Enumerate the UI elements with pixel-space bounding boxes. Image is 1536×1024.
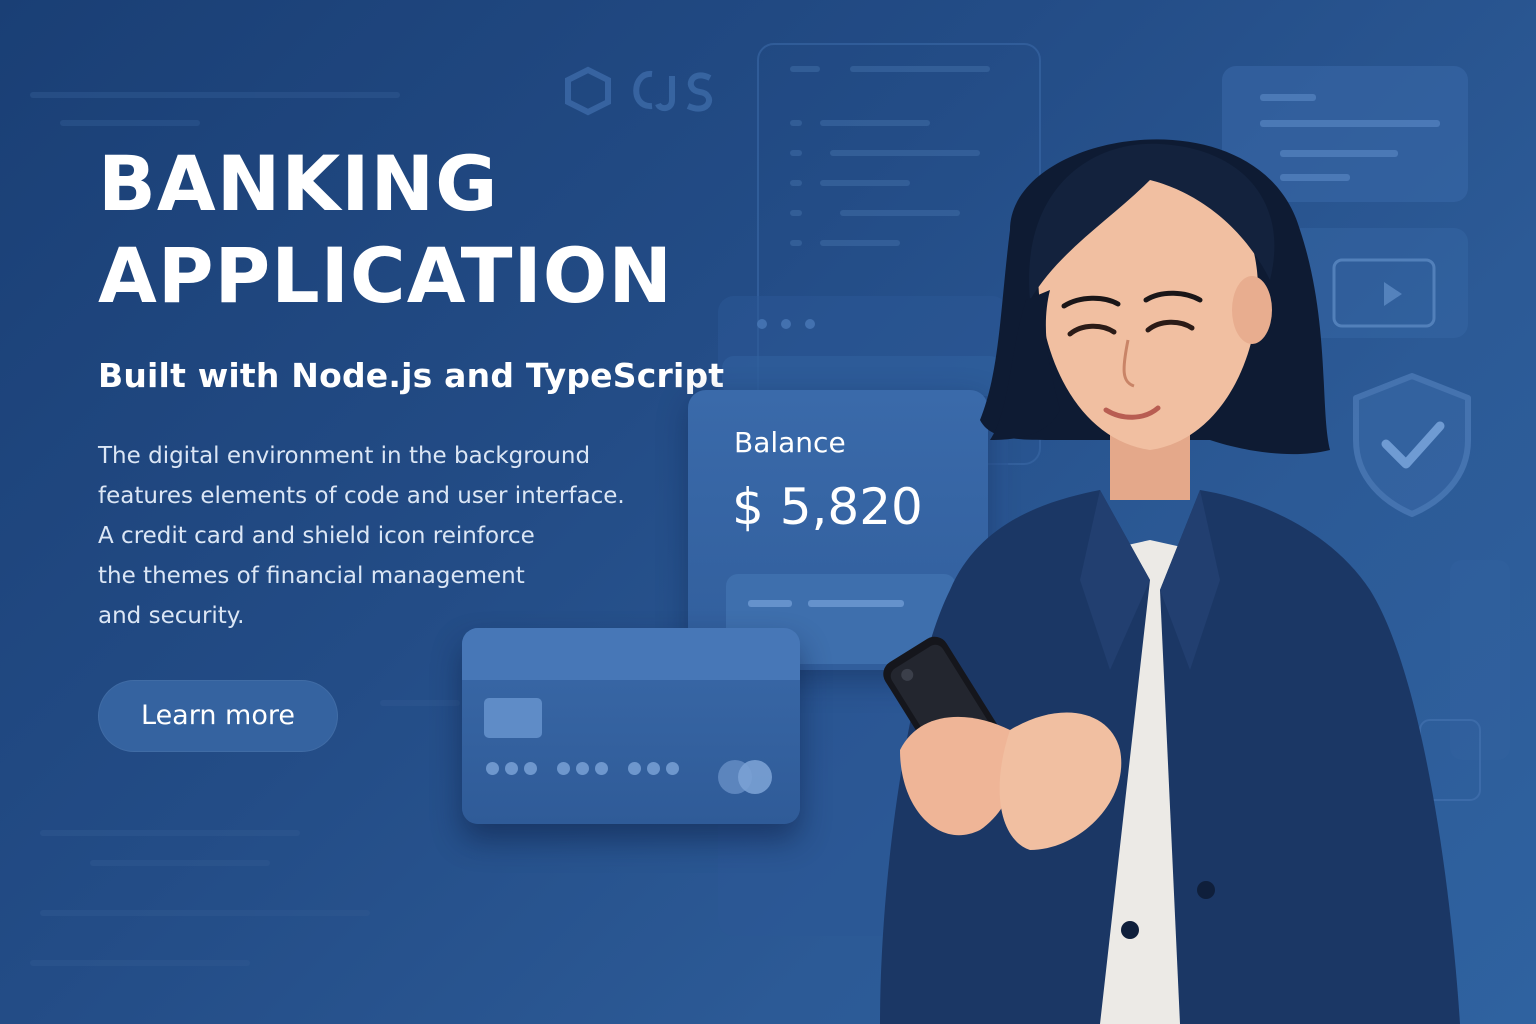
learn-more-button[interactable]: Learn more	[98, 680, 338, 752]
card-number-dots	[486, 762, 693, 775]
credit-card	[462, 628, 800, 824]
card-stripe	[462, 628, 800, 680]
description-line: The digital environment in the backgroun…	[98, 443, 591, 469]
nodejs-logo-icon	[565, 66, 712, 116]
description: The digital environment in the backgroun…	[98, 436, 668, 636]
title-line-1: BANKING	[98, 139, 499, 228]
description-line: features elements of code and user inter…	[98, 483, 625, 509]
page-title: BANKING APPLICATION	[98, 138, 673, 322]
balance-label: Balance	[734, 426, 846, 459]
description-line: the themes of financial management	[98, 563, 525, 589]
description-line: A credit card and shield icon reinforce	[98, 523, 535, 549]
card-network-logo-icon	[718, 760, 780, 794]
woman-with-phone-illustration	[880, 139, 1460, 1024]
title-line-2: APPLICATION	[98, 231, 673, 320]
card-chip-icon	[484, 698, 542, 738]
subtitle: Built with Node.js and TypeScript	[98, 356, 725, 395]
